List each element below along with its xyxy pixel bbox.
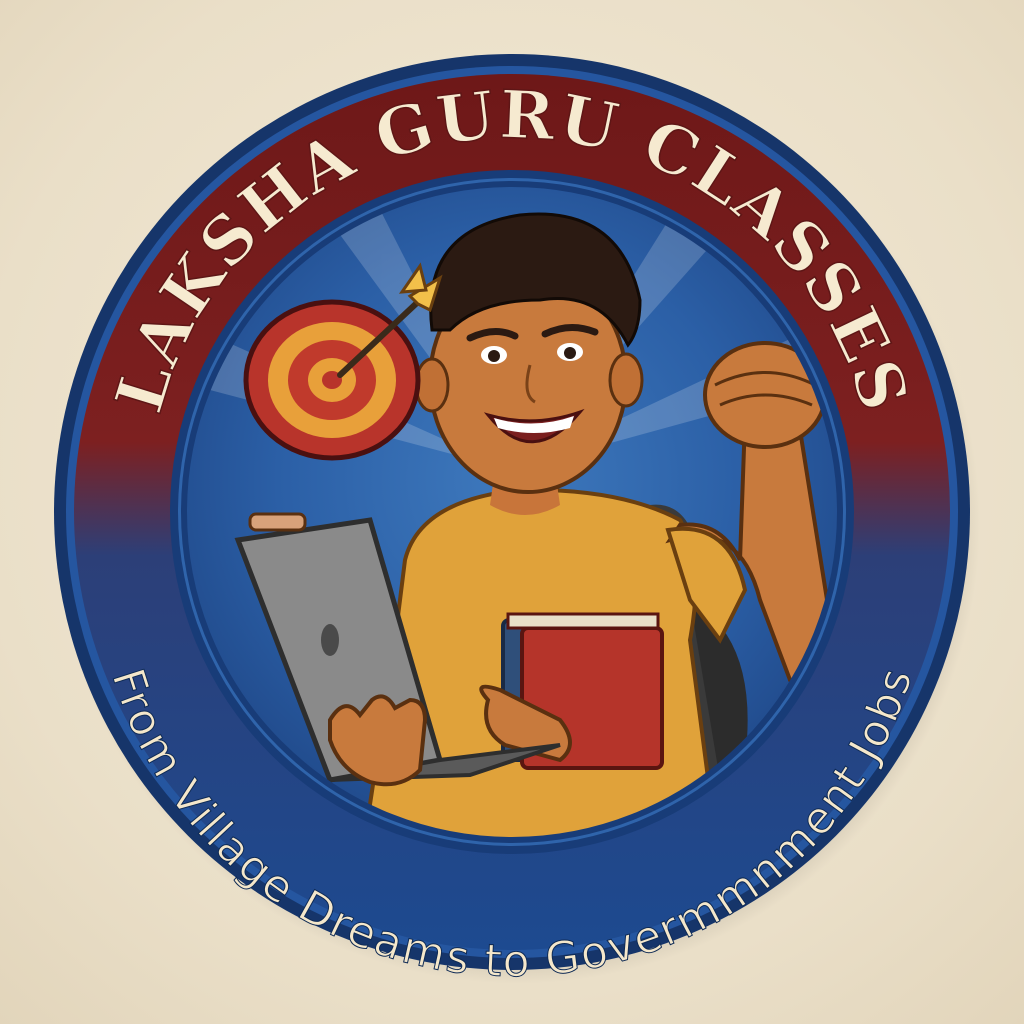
right-ear — [608, 352, 644, 408]
left-ear — [414, 357, 450, 413]
laptop-logo — [321, 624, 339, 656]
badge-svg: LAKSHA GURU CLASSES From Village Dreams … — [54, 54, 980, 988]
badge-logo: LAKSHA GURU CLASSES From Village Dreams … — [0, 0, 1024, 1024]
